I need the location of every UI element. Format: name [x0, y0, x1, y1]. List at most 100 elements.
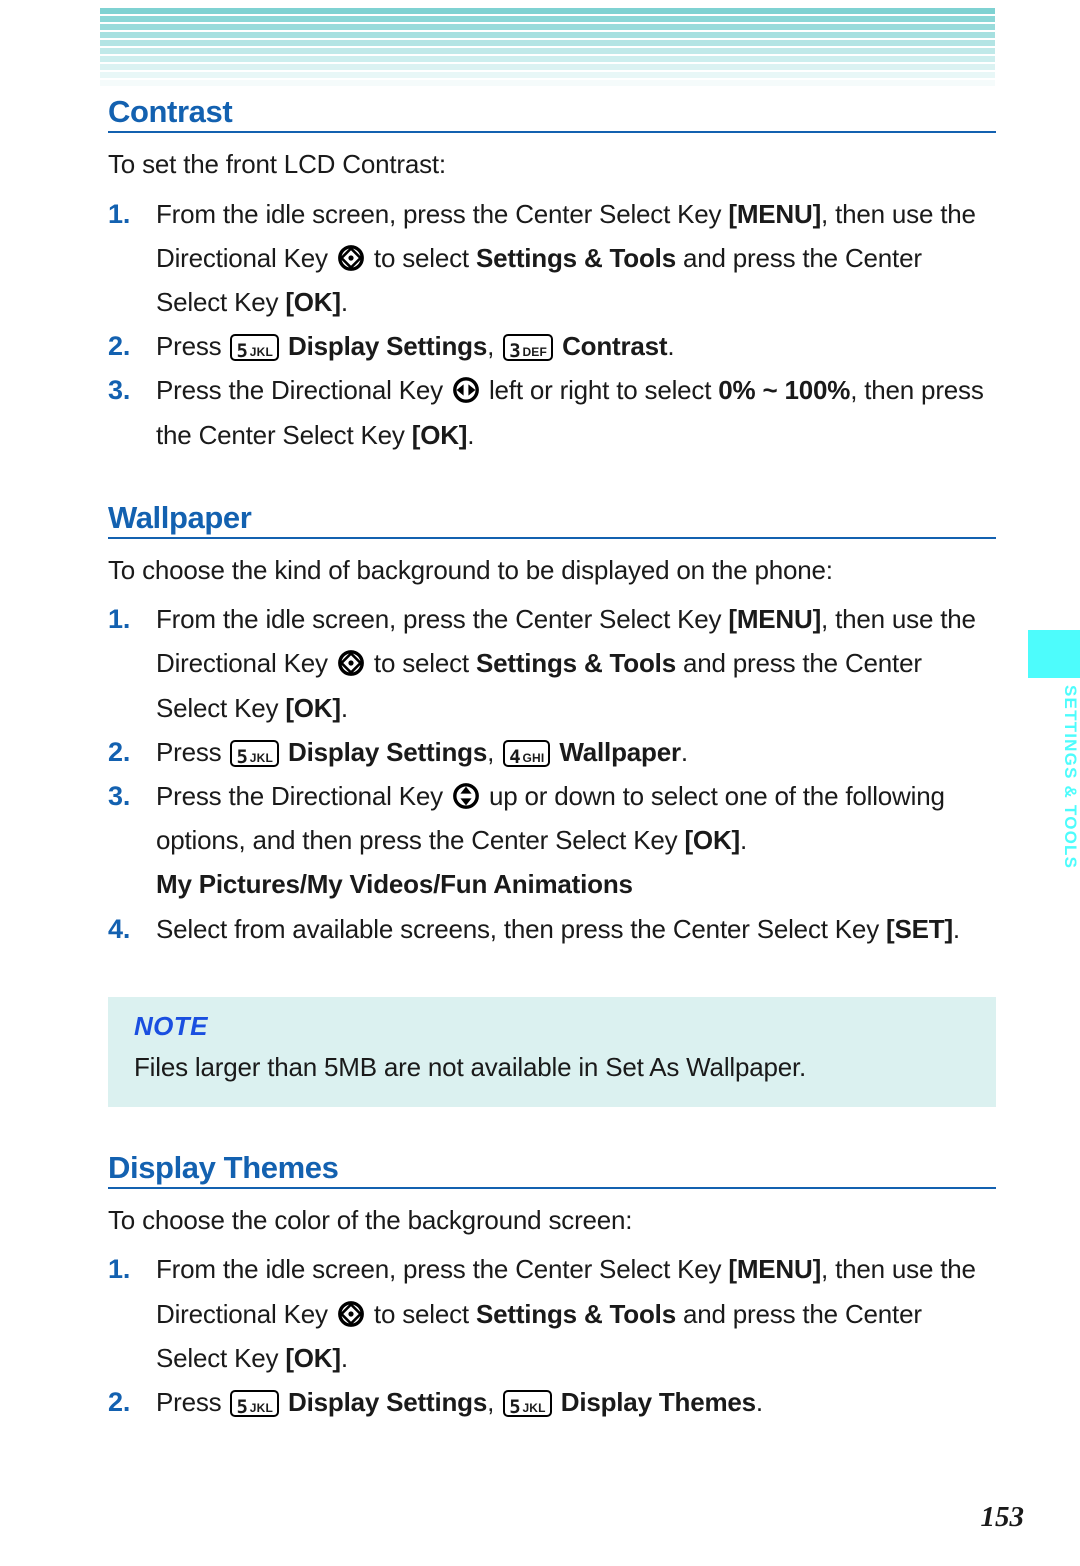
- step-item: 3. Press the Directional Key left or righ…: [108, 368, 996, 456]
- step-text: Press: [156, 331, 229, 362]
- step-text-emphasis: [OK]: [285, 1342, 341, 1373]
- step-text: .: [755, 1386, 763, 1417]
- decorative-header-stripes: [100, 8, 995, 88]
- step-item: 2. Press 5 JKL Display Settings, 3 DEF Cont…: [108, 324, 996, 368]
- note-text: Files larger than 5MB are not available …: [134, 1051, 807, 1082]
- keypad-key-5-icon: 5 JKL: [503, 1389, 552, 1418]
- section-heading: Contrast: [108, 95, 996, 134]
- header-stripe: [100, 48, 995, 54]
- step-text: ,: [487, 736, 502, 767]
- step-item: 4. Select from available screens, then pr…: [108, 907, 996, 951]
- step-number: 1.: [108, 604, 131, 635]
- side-tab-color-block: [1028, 630, 1080, 678]
- step-text: to select: [366, 242, 476, 273]
- step-list: 1. From the idle screen, press the Center…: [108, 192, 996, 457]
- keypad-key-3-icon: 3 DEF: [503, 334, 554, 363]
- keypad-key-letters: GHI: [522, 750, 545, 765]
- side-tab-label: SETTINGS & TOOLS: [1061, 685, 1080, 870]
- step-text-emphasis: Display Settings: [281, 1386, 488, 1417]
- note-title: NOTE: [134, 1010, 208, 1041]
- keypad-key-letters: JKL: [249, 1400, 274, 1415]
- step-text: From the idle screen, press the Center S…: [156, 1254, 729, 1285]
- step-text: Press: [156, 736, 229, 767]
- section-heading: Wallpaper: [108, 500, 996, 540]
- keypad-key-letters: JKL: [249, 345, 274, 360]
- step-text-emphasis: 0% ~ 100%: [718, 375, 851, 406]
- step-number: 1.: [108, 198, 131, 229]
- step-text: ,: [487, 331, 502, 362]
- step-number: 2.: [108, 1386, 131, 1417]
- section-heading: Display Themes: [108, 1150, 996, 1190]
- header-stripe: [100, 8, 995, 14]
- step-text-emphasis: Display Themes: [553, 1386, 756, 1417]
- step-text: to select: [366, 1298, 476, 1329]
- step-text-emphasis: [SET]: [886, 913, 953, 944]
- step-text-emphasis: Display Settings: [281, 736, 488, 767]
- step-text-emphasis: [MENU]: [728, 604, 822, 635]
- keypad-key-digit: 5: [236, 745, 248, 768]
- step-number: 4.: [108, 913, 131, 944]
- step-text-emphasis: [OK]: [285, 692, 341, 723]
- header-stripe: [100, 32, 995, 38]
- section-intro-text: To set the front LCD Contrast:: [108, 149, 446, 180]
- step-list: 1. From the idle screen, press the Center…: [108, 1247, 996, 1424]
- step-text: Select from available screens, then pres…: [156, 913, 887, 944]
- keypad-key-letters: DEF: [522, 345, 548, 360]
- step-option-list: My Pictures/My Videos/Fun Animations: [156, 869, 633, 900]
- step-text: left or right to select: [481, 375, 719, 406]
- keypad-key-digit: 5: [236, 340, 248, 363]
- step-text: .: [340, 1342, 348, 1373]
- step-item: 2. Press 5 JKL Display Settings, 5 JKL Disp…: [108, 1380, 996, 1424]
- step-text: .: [680, 736, 688, 767]
- keypad-key-digit: 5: [509, 1395, 521, 1418]
- keypad-key-5-icon: 5 JKL: [230, 334, 280, 363]
- dirkey-all-icon: [337, 241, 365, 271]
- side-thumb-tab: SETTINGS & TOOLS: [1028, 630, 1080, 920]
- step-text: From the idle screen, press the Center S…: [156, 604, 729, 635]
- keypad-key-4-icon: 4 GHI: [503, 739, 551, 768]
- step-text-emphasis: [OK]: [684, 825, 740, 856]
- header-stripe: [100, 56, 995, 62]
- header-stripe: [100, 72, 995, 78]
- step-text: Press the Directional Key: [156, 375, 450, 406]
- step-text: Press the Directional Key: [156, 781, 450, 812]
- keypad-key-digit: 3: [509, 340, 521, 363]
- step-text: From the idle screen, press the Center S…: [156, 198, 729, 229]
- step-text-emphasis: [MENU]: [728, 1254, 822, 1285]
- step-number: 2.: [108, 331, 131, 362]
- step-text: to select: [366, 648, 476, 679]
- step-item: 2. Press 5 JKL Display Settings, 4 GHI Wall…: [108, 730, 996, 774]
- step-number: 1.: [108, 1254, 131, 1285]
- step-text-emphasis: Contrast: [555, 331, 668, 362]
- header-stripe: [100, 16, 995, 22]
- step-text: .: [467, 419, 475, 450]
- step-text: Press: [156, 1386, 229, 1417]
- keypad-key-digit: 4: [509, 745, 521, 768]
- header-stripe: [100, 24, 995, 30]
- keypad-key-5-icon: 5 JKL: [230, 739, 280, 768]
- dirkey-leftright-icon: [452, 373, 480, 404]
- dirkey-all-icon: [337, 646, 365, 677]
- step-text-emphasis: Display Settings: [281, 331, 488, 362]
- header-stripe: [100, 80, 995, 86]
- dirkey-updown-icon: [452, 779, 480, 809]
- step-text: .: [952, 913, 960, 944]
- manual-page: Contrast To set the front LCD Contrast: 1.…: [0, 0, 1080, 1566]
- page-number: 153: [980, 1501, 1025, 1533]
- step-number: 2.: [108, 736, 131, 767]
- step-text: .: [340, 286, 348, 317]
- page-content: Contrast To set the front LCD Contrast: 1.…: [108, 95, 996, 1424]
- keypad-key-digit: 5: [236, 1395, 248, 1418]
- step-text-emphasis: Settings & Tools: [475, 1298, 676, 1329]
- step-text: .: [667, 331, 675, 362]
- step-text: .: [340, 692, 348, 723]
- header-stripe: [100, 64, 995, 70]
- step-number: 3.: [108, 781, 131, 812]
- header-stripe: [100, 40, 995, 46]
- step-list: 1. From the idle screen, press the Center…: [108, 597, 996, 951]
- note-box: NOTE Files larger than 5MB are not availa…: [108, 996, 996, 1107]
- keypad-key-letters: JKL: [522, 1400, 546, 1415]
- step-number: 3.: [108, 375, 131, 406]
- keypad-key-5-icon: 5 JKL: [230, 1389, 280, 1418]
- section-intro-text: To choose the kind of background to be d…: [108, 555, 833, 586]
